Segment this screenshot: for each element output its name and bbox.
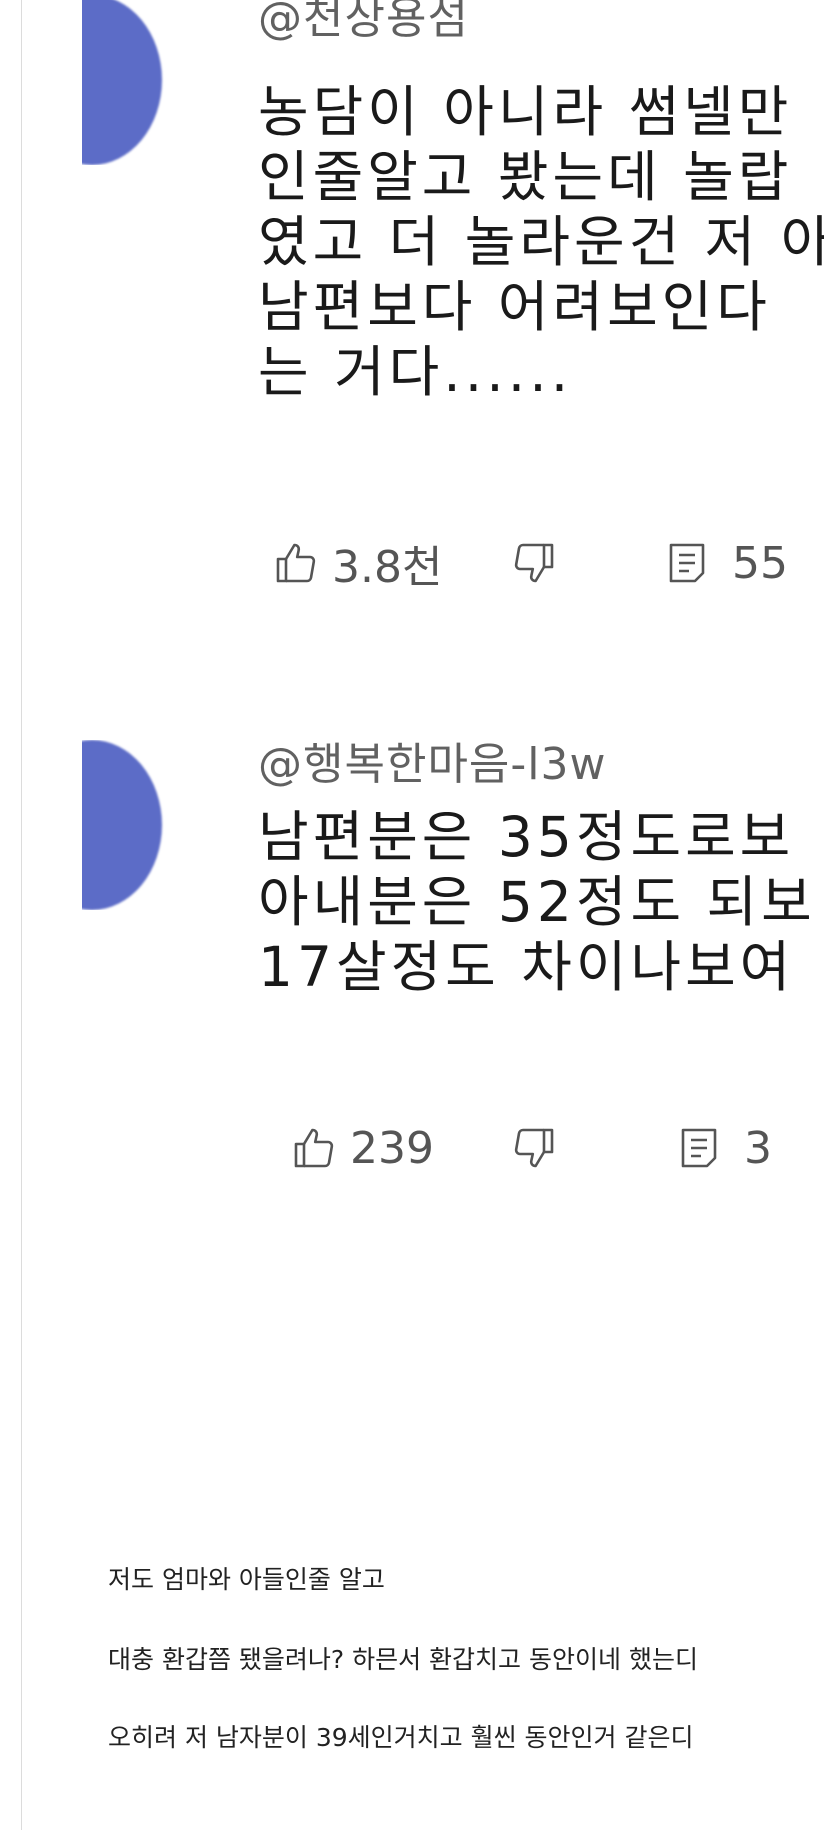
comment-icon xyxy=(669,543,705,583)
dislike-button[interactable] xyxy=(510,533,558,593)
reply-count: 55 xyxy=(732,537,788,589)
avatar[interactable] xyxy=(82,0,242,165)
thumbs-up-icon xyxy=(294,1128,334,1168)
avatar[interactable] xyxy=(82,740,242,910)
comment-line: 였고 더 놀라운건 저 아 xyxy=(258,210,824,274)
comment-line: 남편보다 어려보인다 xyxy=(258,275,771,339)
comment-author-handle[interactable]: @천상용섬 xyxy=(258,0,469,46)
comment-line: 인줄알고 봤는데 놀랍 xyxy=(258,145,793,209)
like-count: 3.8천 xyxy=(332,542,443,593)
embedded-comment-screenshot: @천상용섬 농담이 아니라 썸넬만 인줄알고 봤는데 놀랍 였고 더 놀라운건 … xyxy=(22,0,824,1225)
reply-button[interactable]: 55 xyxy=(664,533,788,593)
post-paragraph: 저도 엄마와 아들인줄 알고 xyxy=(108,1565,385,1594)
comment-line: 는 거다...... xyxy=(258,340,573,404)
reply-button[interactable]: 3 xyxy=(676,1118,772,1178)
comment-text: 농담이 아니라 썸넬만 인줄알고 봤는데 놀랍 였고 더 놀라운건 저 아 남편… xyxy=(258,80,824,405)
like-count: 239 xyxy=(350,1122,434,1174)
thumbs-down-icon xyxy=(514,543,554,583)
dislike-button[interactable] xyxy=(510,1118,558,1178)
reply-count: 3 xyxy=(744,1122,772,1174)
post-paragraph: 오히려 저 남자분이 39세인거치고 훨씬 동안인거 같은디 xyxy=(108,1723,694,1752)
comment-line: 농담이 아니라 썸넬만 xyxy=(258,80,793,144)
thumbs-up-icon xyxy=(276,543,316,583)
comment-line: 아내분은 52정도 되보 xyxy=(258,870,816,934)
comment-line: 남편분은 35정도로보 xyxy=(258,805,795,869)
comment-text: 남편분은 35정도로보 아내분은 52정도 되보 17살정도 차이나보여 xyxy=(258,805,816,1000)
like-button[interactable]: 3.8천 xyxy=(272,533,442,593)
thumbs-down-icon xyxy=(514,1128,554,1168)
like-button[interactable]: 239 xyxy=(290,1118,434,1178)
comment-icon xyxy=(681,1128,717,1168)
post-paragraph: 대충 환갑쯤 됐을려나? 하믄서 환갑치고 동안이네 했는디 xyxy=(108,1645,698,1674)
comment-line: 17살정도 차이나보여 xyxy=(258,935,795,999)
comment-author-handle[interactable]: @행복한마음-l3w xyxy=(258,728,606,792)
